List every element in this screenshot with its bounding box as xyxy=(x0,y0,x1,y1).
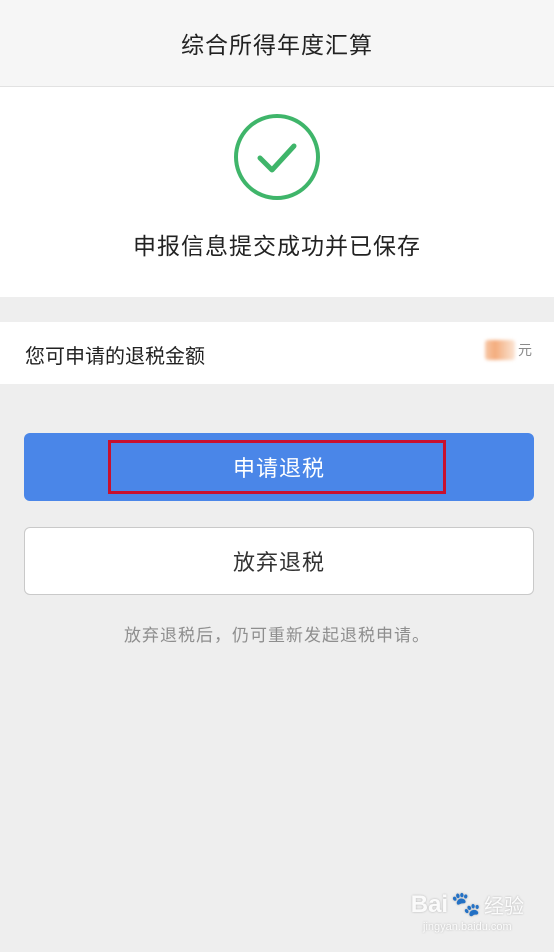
refund-amount-unit: 元 xyxy=(518,343,532,359)
page-header: 综合所得年度汇算 xyxy=(0,0,554,87)
apply-refund-button[interactable]: 申请退税 xyxy=(24,433,534,501)
watermark-url: jingyan.baidu.com xyxy=(423,921,512,933)
abandon-hint-text: 放弃退税后，仍可重新发起退税申请。 xyxy=(124,626,430,646)
watermark-logo-text: Bai xyxy=(410,890,449,918)
apply-refund-label: 申请退税 xyxy=(232,457,325,482)
refund-amount-row: 您可申请的退税金额 元 xyxy=(0,322,554,384)
watermark-logo-suffix: 经验 xyxy=(484,894,524,918)
success-panel: 申报信息提交成功并已保存 xyxy=(0,87,554,297)
blurred-amount xyxy=(485,340,515,360)
page-title: 综合所得年度汇算 xyxy=(181,33,373,59)
abandon-refund-label: 放弃退税 xyxy=(232,551,325,576)
watermark-logo: Bai 🐾 经验 xyxy=(411,890,524,919)
success-message: 申报信息提交成功并已保存 xyxy=(133,234,421,260)
refund-amount-label: 您可申请的退税金额 xyxy=(25,344,205,368)
baidu-jingyan-watermark: Bai 🐾 经验 jingyan.baidu.com xyxy=(411,890,524,934)
refund-amount-value: 元 xyxy=(485,340,532,360)
check-circle-icon xyxy=(234,114,320,200)
abandon-refund-button[interactable]: 放弃退税 xyxy=(24,527,534,595)
paw-icon: 🐾 xyxy=(451,891,481,918)
